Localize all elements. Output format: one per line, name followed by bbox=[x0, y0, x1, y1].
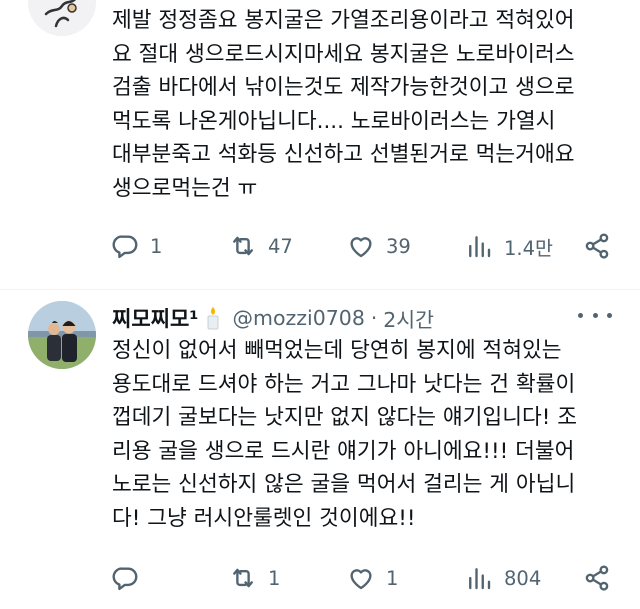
reply-button[interactable]: 1 bbox=[110, 226, 162, 266]
timestamp[interactable]: 2시간 bbox=[383, 303, 434, 333]
share-icon bbox=[585, 565, 609, 591]
like-button[interactable]: 39 bbox=[346, 226, 411, 266]
reply-icon bbox=[112, 235, 138, 259]
retweet-icon bbox=[233, 568, 253, 588]
views-chart-icon bbox=[469, 236, 491, 258]
like-button[interactable]: 1 bbox=[346, 558, 398, 598]
tweet-header: 찌모찌모¹ @mozzi0708 · 2시간 bbox=[112, 301, 434, 335]
share-button[interactable] bbox=[582, 226, 612, 266]
views-chart-icon bbox=[469, 568, 491, 590]
heart-icon bbox=[350, 237, 372, 258]
share-icon bbox=[585, 233, 609, 259]
more-dot-icon bbox=[592, 312, 598, 318]
avatar[interactable] bbox=[28, 0, 96, 36]
heart-icon bbox=[350, 569, 372, 590]
retweet-count: 1 bbox=[268, 566, 281, 590]
like-count: 39 bbox=[386, 234, 411, 258]
retweet-button[interactable]: 1 bbox=[228, 558, 280, 598]
tweet-1[interactable]: 제발 정정좀요 봉지굴은 가열조리용이라고 적혀있어 요 절대 생으로드시지마세… bbox=[0, 0, 640, 290]
retweet-icon bbox=[233, 236, 253, 256]
views-button[interactable]: 804 bbox=[464, 558, 541, 598]
share-button[interactable] bbox=[582, 558, 612, 598]
more-dot-icon bbox=[578, 312, 583, 318]
action-bar: 1 47 39 1.4만 bbox=[0, 226, 640, 266]
views-count: 804 bbox=[504, 566, 542, 590]
like-count: 1 bbox=[386, 566, 399, 590]
couple-photo-avatar-icon bbox=[28, 301, 96, 369]
views-count: 1.4만 bbox=[504, 236, 553, 260]
tweet-2[interactable]: 찌모찌모¹ @mozzi0708 · 2시간 정신이 없어서 빼먹었는데 당연히… bbox=[0, 291, 640, 609]
candle-emoji-icon bbox=[207, 307, 219, 330]
reply-count: 1 bbox=[150, 234, 163, 258]
reply-button[interactable] bbox=[110, 558, 150, 598]
separator-dot: · bbox=[370, 306, 378, 330]
retweet-count: 47 bbox=[268, 234, 293, 258]
cartoon-figure-avatar-icon bbox=[28, 0, 96, 36]
action-bar: 1 1 804 bbox=[0, 558, 640, 598]
tweet-text: 제발 정정좀요 봉지굴은 가열조리용이라고 적혀있어 요 절대 생으로드시지마세… bbox=[112, 8, 575, 201]
more-options-button[interactable] bbox=[578, 305, 612, 325]
views-button[interactable]: 1.4만 bbox=[464, 226, 553, 266]
retweet-button[interactable]: 47 bbox=[228, 226, 293, 266]
tweet-text: 정신이 없어서 빼먹었는데 당연히 봉지에 적혀있는 용도대로 드셔야 하는 거… bbox=[112, 338, 578, 531]
user-handle[interactable]: @mozzi0708 bbox=[232, 306, 364, 330]
more-dot-icon bbox=[607, 312, 612, 318]
reply-icon bbox=[112, 567, 138, 591]
avatar[interactable] bbox=[28, 301, 96, 369]
display-name[interactable]: 찌모찌모¹ bbox=[112, 303, 198, 333]
